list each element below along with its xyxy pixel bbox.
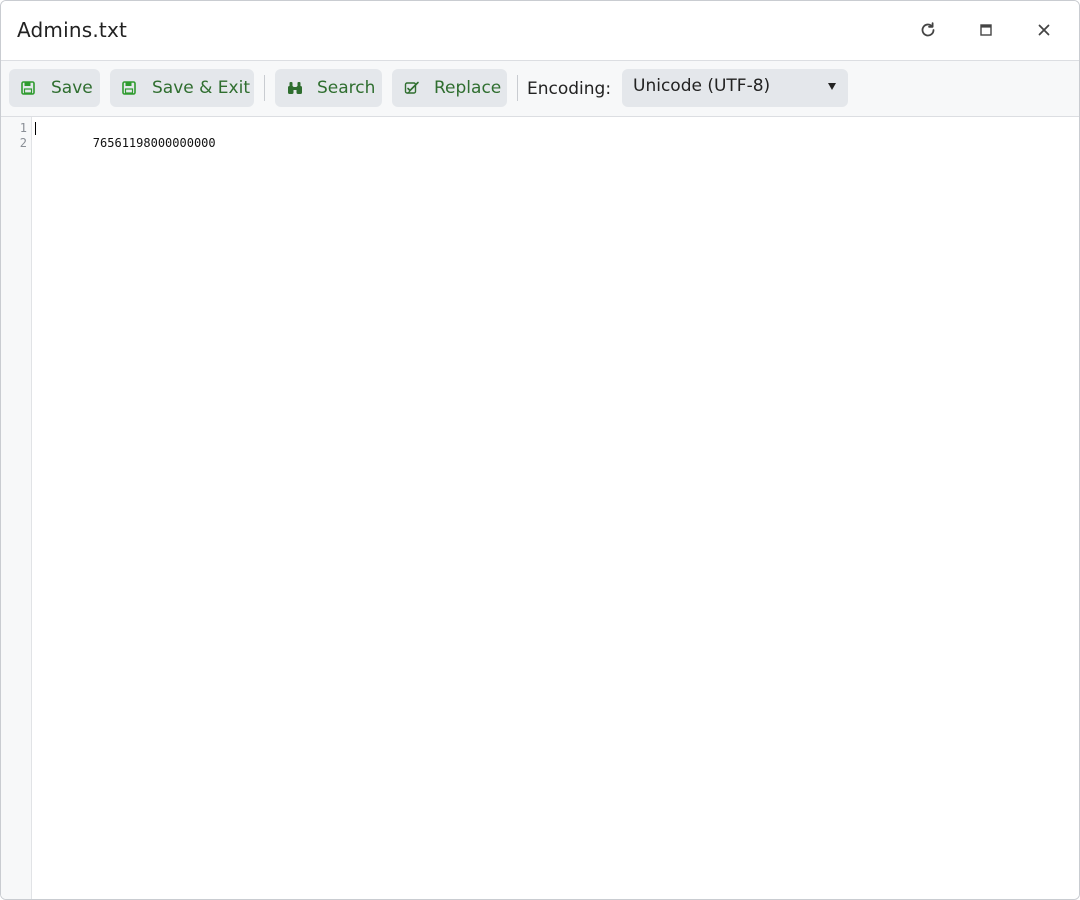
encoding-select[interactable]: Unicode (UTF-8) bbox=[622, 69, 848, 107]
save-icon bbox=[21, 80, 37, 96]
toolbar: Save Save & Exit Search Replace Encoding… bbox=[1, 61, 1079, 117]
refresh-button[interactable] bbox=[913, 15, 943, 45]
text-editor-window: Admins.txt Save Save & Exit Search Repla… bbox=[0, 0, 1080, 900]
text-cursor bbox=[35, 122, 36, 135]
code-line[interactable]: 76561198000000000 bbox=[35, 121, 1079, 150]
dropdown-arrow-icon bbox=[828, 83, 836, 90]
editor-area: 1 2 76561198000000000 bbox=[1, 117, 1079, 899]
maximize-icon bbox=[979, 23, 993, 37]
close-button[interactable] bbox=[1029, 15, 1059, 45]
line-number: 1 bbox=[19, 121, 27, 135]
encoding-label: Encoding: bbox=[527, 79, 612, 99]
text-area[interactable]: 76561198000000000 bbox=[35, 121, 1079, 899]
replace-button[interactable]: Replace bbox=[392, 69, 507, 107]
encoding-value: Unicode (UTF-8) bbox=[633, 76, 771, 96]
window-title: Admins.txt bbox=[17, 18, 128, 42]
save-and-exit-button[interactable]: Save & Exit bbox=[110, 69, 254, 107]
save-and-exit-label: Save & Exit bbox=[152, 78, 250, 98]
maximize-button[interactable] bbox=[971, 15, 1001, 45]
toolbar-divider bbox=[517, 75, 518, 101]
save-icon bbox=[122, 80, 138, 96]
line-number: 2 bbox=[19, 136, 27, 150]
search-label: Search bbox=[317, 78, 376, 98]
replace-label: Replace bbox=[434, 78, 502, 98]
search-button[interactable]: Search bbox=[275, 69, 382, 107]
close-icon bbox=[1037, 23, 1051, 37]
binoculars-icon bbox=[287, 80, 303, 96]
save-button[interactable]: Save bbox=[9, 69, 100, 107]
toolbar-divider bbox=[264, 75, 265, 101]
title-bar: Admins.txt bbox=[1, 1, 1079, 61]
refresh-icon bbox=[919, 21, 937, 39]
save-label: Save bbox=[51, 78, 93, 98]
line-number-gutter: 1 2 bbox=[1, 117, 32, 899]
code-line[interactable] bbox=[35, 136, 1079, 151]
replace-icon bbox=[404, 80, 420, 96]
